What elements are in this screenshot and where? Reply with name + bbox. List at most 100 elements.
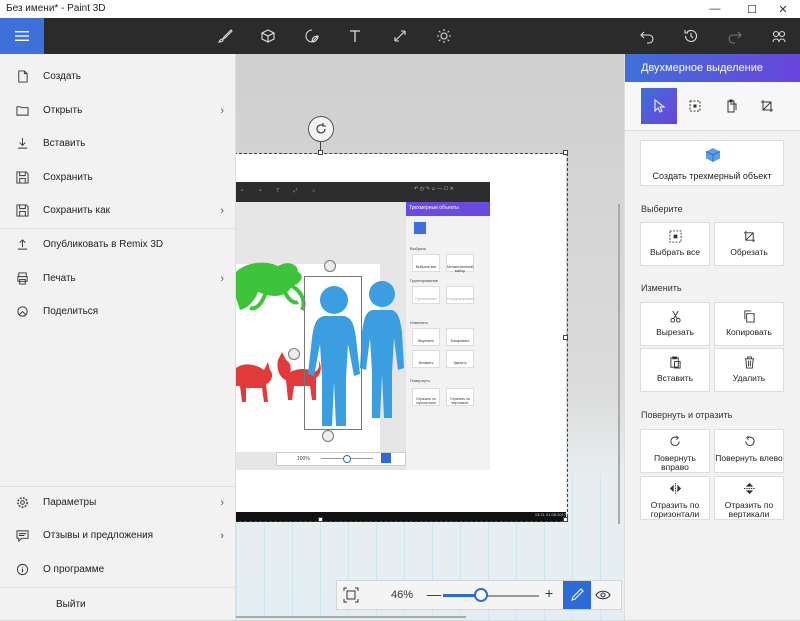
flip-horizontal-label: Отразить по горизонтали <box>650 500 700 519</box>
save-icon <box>15 171 29 185</box>
close-button[interactable]: ✕ <box>766 0 800 18</box>
tab-select[interactable] <box>641 88 677 124</box>
maximize-button[interactable]: ☐ <box>735 0 769 18</box>
zoom-slider-thumb[interactable] <box>474 588 489 602</box>
clipboard-icon <box>727 99 737 113</box>
rotate-handle[interactable] <box>308 116 334 142</box>
redo-icon[interactable] <box>726 27 744 45</box>
title-bar: Без имени* - Paint 3D — ☐ ✕ <box>0 0 800 18</box>
menu-item-label: Печать <box>43 273 76 284</box>
flip-horizontal-button[interactable]: Отразить по горизонтали <box>640 476 710 520</box>
tab-clipboard[interactable] <box>713 88 749 124</box>
section-edit-label: Изменить <box>641 283 682 293</box>
menu-item-label: Создать <box>43 71 82 82</box>
text-icon[interactable] <box>346 27 364 45</box>
menu-item-label: Сохранить как <box>43 205 111 216</box>
folder-icon <box>15 104 29 118</box>
cut-button[interactable]: Вырезать <box>640 302 710 346</box>
rotate-left-label: Повернуть влево <box>715 453 783 463</box>
fit-to-screen-button[interactable] <box>343 587 359 603</box>
magic-select-icon <box>689 100 701 112</box>
zoom-bar: 46% — + <box>336 580 622 610</box>
resize-handle-top[interactable] <box>318 150 323 155</box>
save-as-icon <box>15 204 29 218</box>
menu-item-share[interactable]: Поделиться <box>0 295 236 328</box>
pen-icon <box>571 588 584 601</box>
menu-item-save[interactable]: Сохранить <box>0 161 236 194</box>
delete-button[interactable]: Удалить <box>714 348 784 392</box>
paste-icon <box>668 355 682 369</box>
crop-button[interactable]: Обрезать <box>714 222 784 266</box>
chevron-right-icon: › <box>220 272 224 285</box>
cube-3d-icon <box>705 148 721 162</box>
insert-icon <box>15 137 29 151</box>
menu-item-new[interactable]: Создать <box>0 60 236 93</box>
sticker-icon[interactable] <box>303 27 321 45</box>
tab-magic-select[interactable] <box>677 88 713 124</box>
menu-item-open[interactable]: Открыть › <box>0 94 236 127</box>
rotate-right-button[interactable]: Повернуть вправо <box>640 429 710 473</box>
view-mode-button[interactable] <box>593 587 613 603</box>
menu-button[interactable] <box>0 18 44 54</box>
brush-icon[interactable] <box>216 27 234 45</box>
remix-icon[interactable] <box>770 27 788 45</box>
select-all-button[interactable]: Выбрать все <box>640 222 710 266</box>
menu-item-label: Вставить <box>43 138 86 149</box>
share-icon <box>15 305 29 319</box>
tab-crop[interactable] <box>749 88 785 124</box>
pen-mode-button[interactable] <box>563 581 591 609</box>
upload-icon <box>15 238 29 252</box>
effects-icon[interactable] <box>435 27 453 45</box>
menu-item-feedback[interactable]: Отзывы и предложения › <box>0 519 236 552</box>
printer-icon <box>15 272 29 286</box>
menu-item-label: Опубликовать в Remix 3D <box>43 239 164 250</box>
section-rotate-label: Повернуть и отразить <box>641 410 733 420</box>
menu-item-print[interactable]: Печать › <box>0 262 236 295</box>
panel-tabs <box>625 82 800 131</box>
chevron-right-icon: › <box>220 529 224 542</box>
scissors-icon <box>668 309 682 323</box>
resize-handle-right[interactable] <box>563 335 568 340</box>
cube-icon[interactable] <box>259 27 277 45</box>
flip-vertical-button[interactable]: Отразить по вертикали <box>714 476 784 520</box>
vertical-scrollbar[interactable] <box>618 204 620 524</box>
resize-handle-top-right[interactable] <box>563 150 568 155</box>
menu-item-label: Выйти <box>56 599 86 610</box>
rotate-left-button[interactable]: Повернуть влево <box>714 429 784 473</box>
selection-box[interactable] <box>236 153 568 522</box>
select-all-label: Выбрать все <box>650 247 700 257</box>
menu-item-label: О программе <box>43 564 105 575</box>
paste-button[interactable]: Вставить <box>640 348 710 392</box>
make-3d-button[interactable]: Создать трехмерный объект <box>640 140 784 186</box>
menu-item-label: Сохранить <box>43 172 93 183</box>
selection-panel: Двухмерное выделение Создать трехмерный … <box>624 54 800 620</box>
copy-label: Копировать <box>726 327 772 337</box>
menu-item-exit[interactable]: Выйти <box>0 588 236 621</box>
cut-label: Вырезать <box>656 327 694 337</box>
window-title: Без имени* - Paint 3D <box>6 3 106 14</box>
chevron-right-icon: › <box>220 104 224 117</box>
menu-item-settings[interactable]: Параметры › <box>0 486 236 519</box>
hamburger-icon <box>15 31 29 41</box>
undo-icon[interactable] <box>638 27 656 45</box>
chevron-right-icon: › <box>220 496 224 509</box>
menu-item-save-as[interactable]: Сохранить как › <box>0 194 236 227</box>
flip-vertical-icon <box>742 481 756 495</box>
canvas-icon[interactable] <box>391 27 409 45</box>
zoom-in-button[interactable]: + <box>545 585 553 601</box>
menu-item-about[interactable]: О программе <box>0 553 236 586</box>
horizontal-scrollbar[interactable] <box>236 616 466 618</box>
menu-item-publish-remix[interactable]: Опубликовать в Remix 3D <box>0 228 236 261</box>
minimize-button[interactable]: — <box>698 0 732 18</box>
menu-item-insert[interactable]: Вставить <box>0 127 236 160</box>
menu-item-label: Отзывы и предложения <box>43 530 154 541</box>
history-icon[interactable] <box>682 27 700 45</box>
resize-handle-bottom-right[interactable] <box>563 517 568 522</box>
resize-handle-bottom[interactable] <box>318 517 323 522</box>
canvas-area[interactable]: ⚬⚬T⤢☼ ↶ ◷ ↷ ☺ — ☐ ✕ 100% Трехмерные объе… <box>236 54 624 620</box>
menu-item-label: Поделиться <box>43 306 99 317</box>
zoom-out-button[interactable]: — <box>427 586 441 602</box>
file-menu: Создать Открыть › Вставить Сохранить Сох… <box>0 54 236 620</box>
copy-button[interactable]: Копировать <box>714 302 784 346</box>
rotate-right-label: Повернуть вправо <box>654 453 696 472</box>
